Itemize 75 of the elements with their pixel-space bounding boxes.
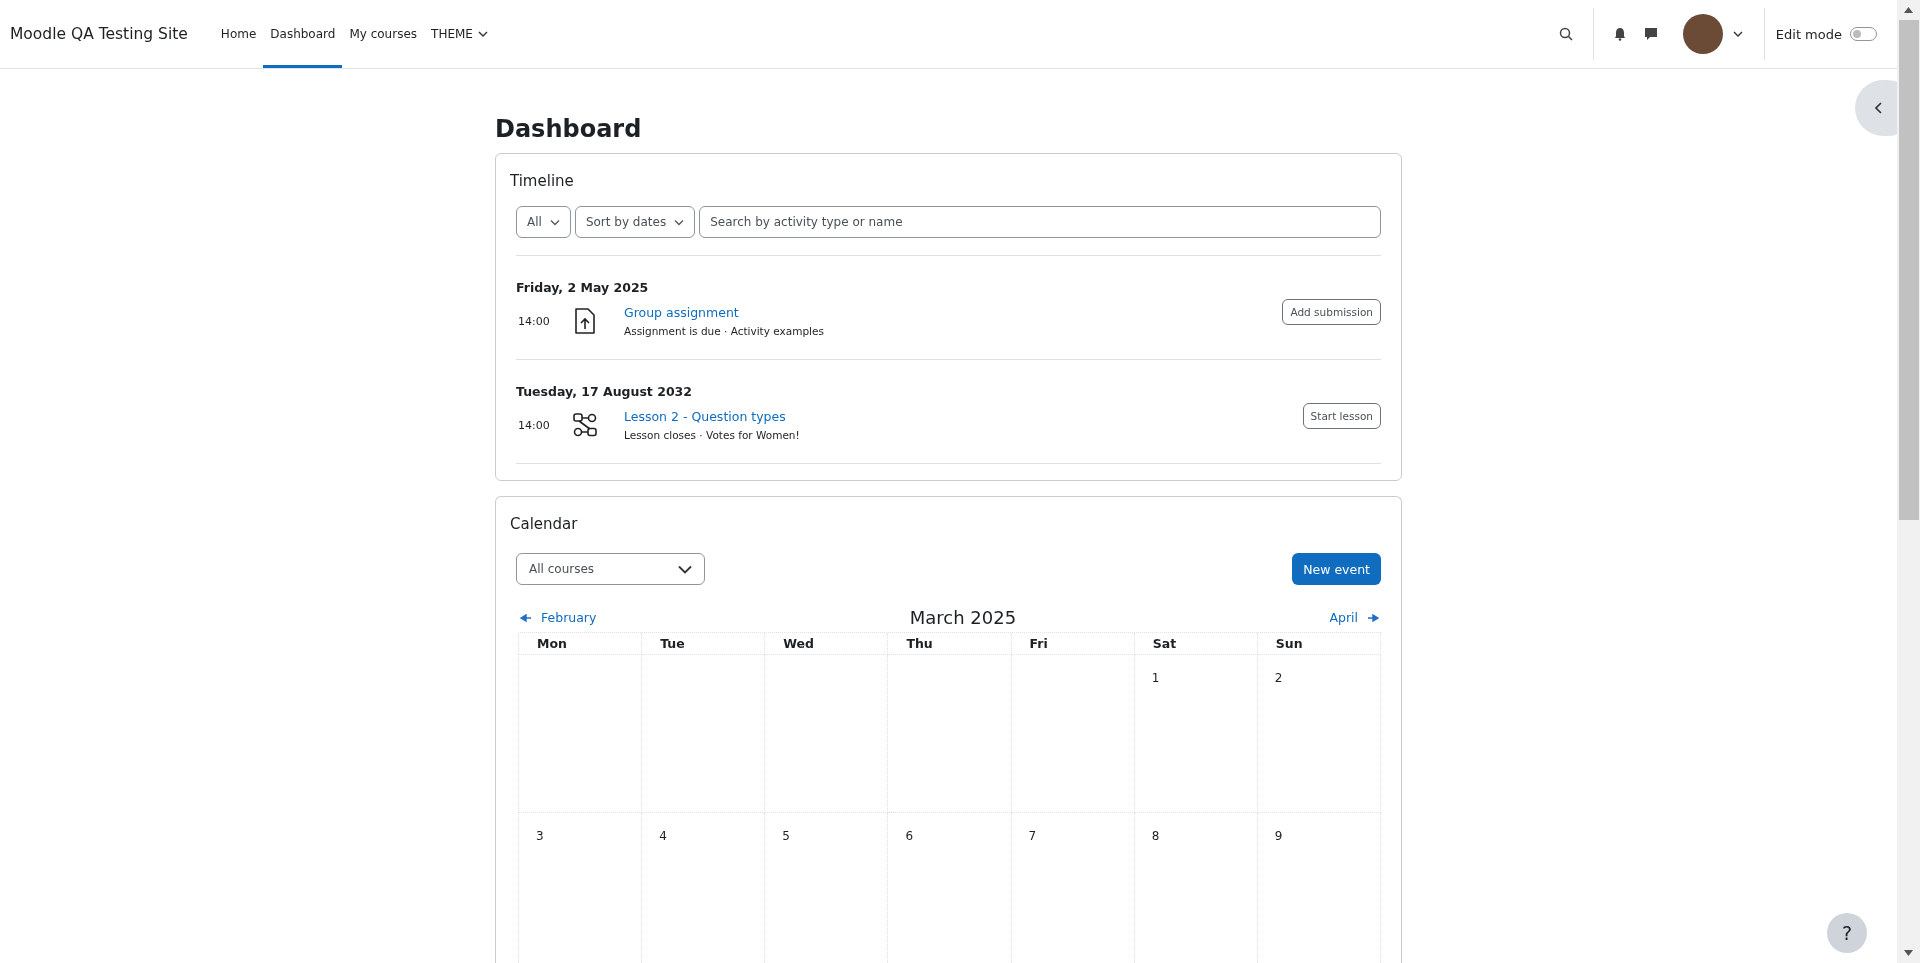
avatar[interactable] [1682, 14, 1723, 54]
calendar-day-cell[interactable] [888, 655, 1012, 813]
event-link[interactable]: Group assignment [624, 305, 1283, 320]
caret-icon[interactable] [1732, 30, 1743, 38]
day-number[interactable]: 9 [1274, 829, 1283, 843]
card-title: Calendar [510, 515, 579, 533]
nav-link[interactable]: My courses [342, 3, 425, 68]
chat-icon[interactable] [1643, 27, 1658, 41]
next-month-link[interactable]: April [1329, 610, 1379, 625]
new-event-button[interactable]: New event [1292, 553, 1381, 585]
calendar-day-cell[interactable] [642, 655, 766, 813]
calendar-day-cell[interactable]: 6 [888, 813, 1012, 963]
month-title: March 2025 [909, 607, 1017, 628]
event-link[interactable]: Lesson 2 - Question types [624, 409, 1303, 424]
calendar-day-cell[interactable]: 7 [1011, 813, 1135, 963]
weekday-header: Fri [1011, 633, 1135, 655]
edit-mode-toggle[interactable] [1850, 27, 1877, 41]
day-number[interactable]: 2 [1274, 671, 1283, 685]
course-dropdown[interactable]: All courses [516, 553, 705, 585]
chevron-left-icon [1875, 102, 1883, 114]
arrow-right-icon [1368, 613, 1379, 622]
event-action-button[interactable]: Add submission [1282, 299, 1381, 325]
day-number[interactable]: 1 [1151, 671, 1160, 685]
day-number[interactable]: 5 [782, 829, 790, 843]
calendar-day-cell[interactable]: 2 [1257, 655, 1381, 813]
calendar-day-cell[interactable]: 8 [1134, 813, 1258, 963]
event-details: Assignment is due · Activity examples [624, 325, 825, 337]
calendar-day-cell[interactable] [765, 655, 889, 813]
calendar-day-cell[interactable]: 5 [765, 813, 889, 963]
weekday-header: Mon [519, 633, 643, 655]
search-icon[interactable] [1558, 27, 1573, 41]
page-title: Dashboard [495, 115, 643, 143]
weekday-header: Sun [1257, 633, 1381, 655]
bell-icon[interactable] [1613, 27, 1626, 41]
nav-link[interactable]: Dashboard [263, 3, 343, 68]
edit-mode-label: Edit mode [1775, 26, 1842, 42]
weekday-header: Sat [1134, 633, 1258, 655]
day-number[interactable]: 4 [659, 829, 667, 843]
weekday-header: Wed [765, 633, 889, 655]
nav-link[interactable]: THEME [424, 3, 495, 68]
arrow-left-icon [520, 613, 531, 622]
scrollbar[interactable] [1897, 0, 1920, 963]
calendar-day-cell[interactable]: 3 [519, 813, 643, 963]
calendar-day-cell[interactable] [519, 655, 643, 813]
previous-month-link[interactable]: February [520, 610, 597, 625]
caret-icon [678, 564, 692, 574]
scroll-up-icon[interactable] [1904, 7, 1913, 13]
filter-dropdown[interactable]: All [516, 206, 571, 238]
site-name[interactable]: Moodle QA Testing Site [10, 25, 188, 43]
caret-icon [674, 218, 685, 226]
date-heading: Tuesday, 17 August 2032 [516, 384, 693, 399]
calendar-day-cell[interactable]: 9 [1257, 813, 1381, 963]
sort-dropdown[interactable]: Sort by dates [574, 206, 696, 238]
day-number[interactable]: 8 [1151, 829, 1160, 843]
help-button[interactable]: ? [1827, 913, 1867, 953]
weekday-header: Tue [642, 633, 766, 655]
day-number[interactable]: 6 [905, 829, 914, 843]
event-details: Lesson closes · Votes for Women! [624, 429, 801, 441]
date-heading: Friday, 2 May 2025 [516, 280, 650, 295]
event-action-button[interactable]: Start lesson [1302, 403, 1381, 429]
event-time: 14:00 [517, 418, 551, 432]
calendar-day-cell[interactable] [1011, 655, 1135, 813]
day-number[interactable]: 7 [1028, 829, 1037, 843]
weekday-header: Thu [888, 633, 1012, 655]
calendar-day-cell[interactable]: 4 [642, 813, 766, 963]
caret-icon [549, 218, 560, 226]
flowchart-icon [570, 412, 600, 438]
scroll-down-icon[interactable] [1904, 950, 1913, 956]
search-field[interactable]: Search by activity type or name [699, 206, 1381, 238]
event-time: 14:00 [517, 314, 551, 328]
card-title: Timeline [510, 172, 575, 190]
calendar-day-cell[interactable]: 1 [1134, 655, 1258, 813]
nav-link[interactable]: Home [213, 3, 264, 68]
day-number[interactable]: 3 [536, 829, 544, 843]
drawer-toggle[interactable] [1855, 80, 1897, 136]
